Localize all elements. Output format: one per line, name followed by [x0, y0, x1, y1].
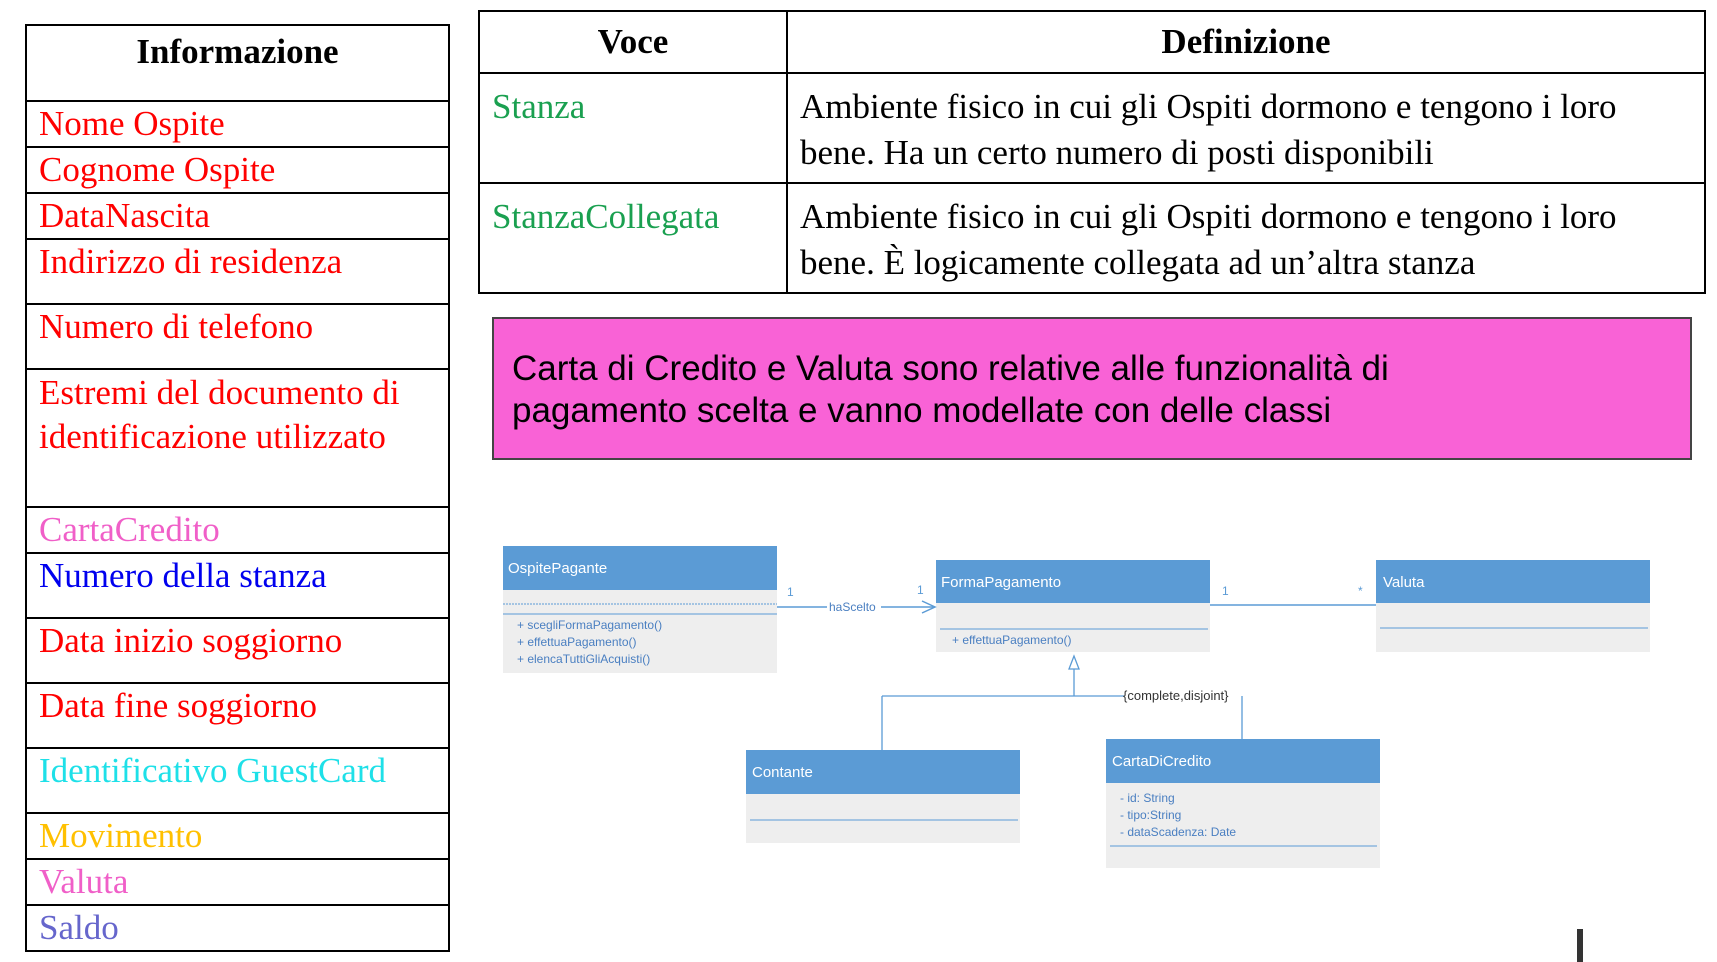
class-method: + effettuaPagamento()	[952, 633, 1072, 647]
class-name: OspitePagante	[508, 560, 607, 577]
class-name: FormaPagamento	[941, 574, 1061, 591]
class-ospite-pagante: OspitePagante + scegliFormaPagamento() +…	[503, 546, 777, 673]
class-valuta: Valuta	[1376, 560, 1650, 652]
generalization: {complete,disjoint}	[881, 654, 1243, 750]
multiplicity-label: *	[1358, 584, 1363, 598]
class-attribute: - tipo:String	[1120, 808, 1181, 822]
class-contante: Contante	[746, 750, 1020, 843]
multiplicity-label: 1	[917, 583, 924, 597]
class-forma-pagamento: FormaPagamento + effettuaPagamento()	[936, 560, 1210, 652]
class-method: + elencaTuttiGliAcquisti()	[517, 652, 650, 666]
class-name: Contante	[752, 764, 813, 781]
multiplicity-label: 1	[787, 585, 794, 599]
class-attribute: - id: String	[1120, 791, 1175, 805]
class-attribute: - dataScadenza: Date	[1120, 825, 1236, 839]
generalization-constraint: {complete,disjoint}	[1123, 688, 1229, 703]
association-ha-scelto: 1 1 haScelto	[777, 583, 937, 614]
association-valuta: 1 *	[1210, 584, 1376, 606]
uml-class-diagram: OspitePagante + scegliFormaPagamento() +…	[503, 546, 1650, 868]
class-method: + scegliFormaPagamento()	[517, 618, 662, 632]
association-label: haScelto	[829, 600, 876, 614]
multiplicity-label: 1	[1222, 584, 1229, 598]
text-cursor-mark	[1577, 929, 1583, 962]
class-name: CartaDiCredito	[1112, 753, 1211, 770]
class-name: Valuta	[1383, 574, 1425, 591]
class-method: + effettuaPagamento()	[517, 635, 637, 649]
class-carta-di-credito: CartaDiCredito - id: String - tipo:Strin…	[1106, 739, 1380, 868]
